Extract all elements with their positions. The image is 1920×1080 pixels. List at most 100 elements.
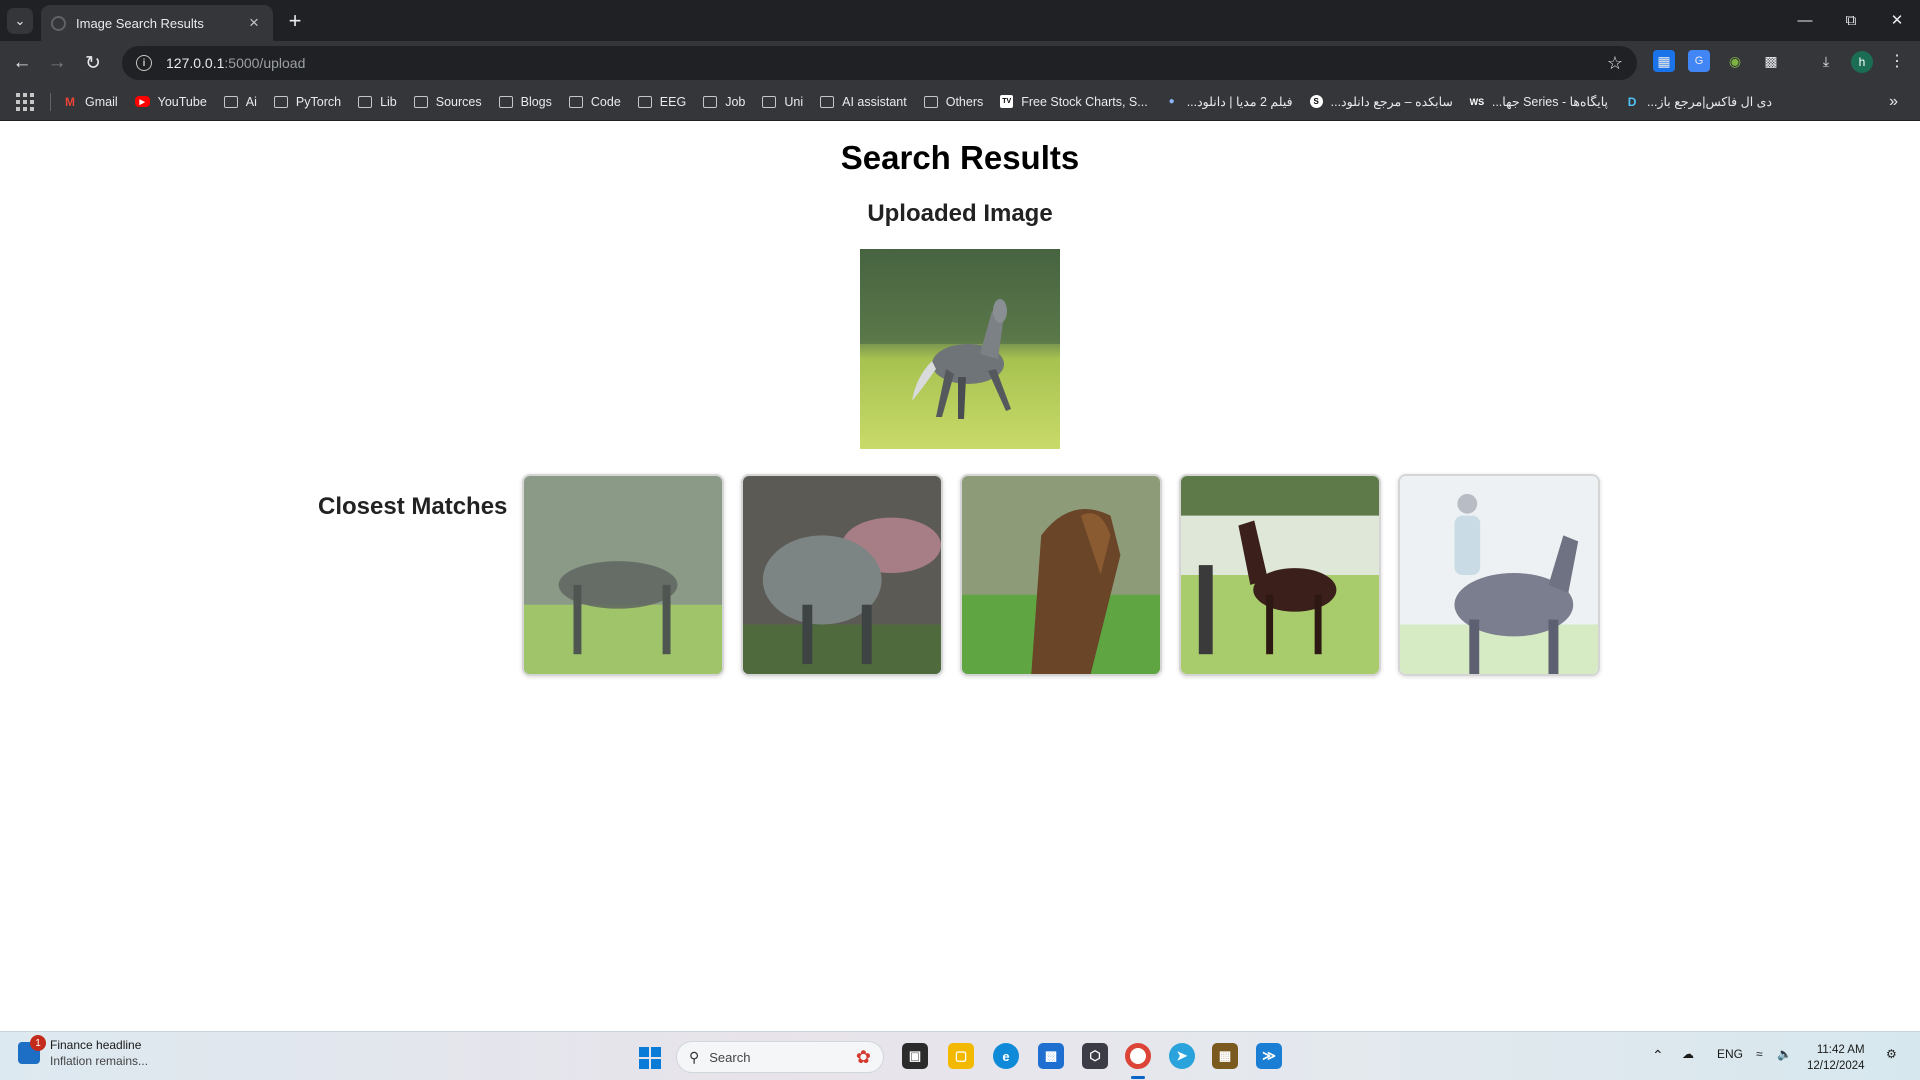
folder-icon: [223, 95, 238, 108]
bookmark-youtube[interactable]: ▶ YouTube: [134, 95, 207, 109]
uploaded-image-heading: Uploaded Image: [867, 200, 1053, 227]
news-badge: 1: [30, 1035, 46, 1051]
edge-browser-icon[interactable]: e: [993, 1043, 1019, 1069]
downloads-icon[interactable]: ⤓: [1815, 50, 1837, 72]
tab-search-chevron-icon[interactable]: ⌄: [7, 8, 33, 34]
folder-icon: [703, 95, 718, 108]
windows-start-icon[interactable]: [639, 1047, 661, 1069]
forward-arrow-icon[interactable]: →: [42, 48, 72, 78]
match-image-4[interactable]: [1179, 474, 1381, 676]
match-image-3-graphic: [962, 476, 1160, 674]
apps-grid-icon[interactable]: [16, 92, 34, 111]
search-icon: ⚲: [689, 1048, 700, 1065]
tab-image-search-results[interactable]: Image Search Results ×: [41, 5, 273, 41]
folder-icon: [568, 95, 583, 108]
bookmark-folder-ai[interactable]: Ai: [223, 95, 257, 109]
onedrive-cloud-icon[interactable]: ☁: [1682, 1047, 1694, 1061]
minecraft-launcher-icon[interactable]: ▦: [1212, 1043, 1238, 1069]
wifi-icon[interactable]: ≈: [1756, 1047, 1763, 1061]
google-translate-icon[interactable]: G: [1688, 50, 1710, 72]
folder-icon: [820, 95, 835, 108]
news-title: Finance headline: [50, 1038, 142, 1052]
chrome-active-indicator: [1131, 1076, 1145, 1079]
bookmark-star-icon[interactable]: ☆: [1607, 53, 1623, 74]
bookmark-folder-ai-assistant[interactable]: AI assistant: [820, 95, 907, 109]
extensions-puzzle-icon[interactable]: ▩: [1760, 50, 1782, 72]
uploaded-horse-image: [860, 249, 1060, 449]
system-clock[interactable]: 11:42 AM 12/12/2024: [1807, 1042, 1865, 1074]
new-tab-plus-icon[interactable]: +: [282, 8, 308, 34]
window-close-icon[interactable]: ✕: [1874, 5, 1920, 35]
page-title: Search Results: [840, 139, 1080, 176]
url-path: :5000/upload: [224, 55, 306, 71]
bookmark-series[interactable]: WS پایگاه‌ها - Series جها...: [1470, 94, 1608, 109]
back-arrow-icon[interactable]: ←: [7, 48, 37, 78]
dlfox-icon: D: [1627, 94, 1637, 109]
closest-matches-heading: Closest Matches: [318, 493, 508, 520]
folder-icon: [498, 95, 513, 108]
extension-reader-icon[interactable]: ▦: [1653, 50, 1675, 72]
telegram-icon[interactable]: ➤: [1169, 1043, 1195, 1069]
folder-icon: [358, 95, 373, 108]
news-subtitle: Inflation remains...: [50, 1054, 149, 1068]
unity-hub-icon[interactable]: ⬡: [1082, 1043, 1108, 1069]
news-widget-icon: 1: [18, 1035, 46, 1064]
minimize-icon[interactable]: —: [1782, 5, 1828, 35]
gmail-icon: M: [65, 94, 75, 109]
tradingview-icon: TV: [1000, 95, 1014, 108]
bookmark-free-stock-charts[interactable]: TV Free Stock Charts, S...: [1000, 95, 1148, 109]
bookmarks-divider: [50, 92, 51, 111]
browser-menu-kebab-icon[interactable]: ⋮: [1886, 50, 1908, 72]
profile-avatar[interactable]: h: [1851, 51, 1873, 73]
bookmark-dlfox[interactable]: D دی ال فاکس|مرجع باز...: [1625, 94, 1772, 110]
notifications-bell-icon[interactable]: ⚙: [1886, 1047, 1897, 1061]
volume-icon[interactable]: 🔈: [1777, 1047, 1792, 1061]
site-info-icon[interactable]: i: [136, 55, 152, 71]
input-language[interactable]: ENG: [1717, 1047, 1743, 1061]
match-image-5-graphic: [1400, 476, 1598, 674]
reload-icon[interactable]: ↻: [78, 48, 108, 78]
page-content: Search Results Uploaded Image Closest Ma…: [0, 121, 1920, 1080]
bookmark-folder-blogs[interactable]: Blogs: [498, 95, 552, 109]
file-explorer-icon[interactable]: ▢: [948, 1043, 974, 1069]
youtube-icon: ▶: [134, 96, 150, 107]
bookmark-folder-others[interactable]: Others: [923, 95, 983, 109]
tab-favicon-icon: [51, 15, 66, 31]
bookmark-folder-lib[interactable]: Lib: [358, 95, 397, 109]
bookmark-folder-pytorch[interactable]: PyTorch: [273, 95, 341, 109]
bookmark-folder-uni[interactable]: Uni: [762, 95, 803, 109]
browser-tab-strip: ⌄ Image Search Results × + — ⧉ ✕: [0, 0, 1920, 41]
tray-overflow-chevron-icon[interactable]: ⌃: [1652, 1047, 1664, 1064]
ws-icon: WS: [1469, 96, 1485, 107]
bookmark-folder-code[interactable]: Code: [568, 95, 621, 109]
taskbar-search-box[interactable]: ⚲ Search ✿: [676, 1041, 884, 1073]
match-image-5[interactable]: [1398, 474, 1600, 676]
dot-icon: ●: [1168, 96, 1175, 107]
chrome-browser-icon[interactable]: [1125, 1043, 1151, 1069]
tab-close-icon[interactable]: ×: [245, 13, 263, 33]
vscode-icon[interactable]: ≫: [1256, 1043, 1282, 1069]
match-image-3[interactable]: [960, 474, 1162, 676]
folder-icon: [273, 95, 288, 108]
bookmark-film2media[interactable]: ● فیلم 2 مدیا | دانلود...: [1165, 94, 1293, 109]
extension-globe-icon[interactable]: ◉: [1724, 50, 1746, 72]
bookmark-folder-sources[interactable]: Sources: [413, 95, 482, 109]
folder-icon: [413, 95, 428, 108]
restore-icon[interactable]: ⧉: [1828, 5, 1874, 35]
match-image-1[interactable]: [522, 474, 724, 676]
bookmark-folder-job[interactable]: Job: [703, 95, 745, 109]
task-view-icon[interactable]: ▣: [902, 1043, 928, 1069]
search-highlight-flower-icon: ✿: [855, 1046, 871, 1067]
address-bar[interactable]: i 127.0.0.1:5000/upload ☆: [122, 46, 1637, 80]
match-image-1-graphic: [524, 476, 722, 674]
uploaded-image: [860, 249, 1060, 449]
bookmark-folder-eeg[interactable]: EEG: [637, 95, 686, 109]
bookmarks-overflow-chevron-icon[interactable]: »: [1889, 93, 1898, 111]
clock-date: 12/12/2024: [1807, 1060, 1865, 1072]
browser-toolbar: ← → ↻ i 127.0.0.1:5000/upload ☆: [0, 41, 1920, 83]
bookmark-subkade[interactable]: S سابکده – مرجع دانلود...: [1309, 94, 1453, 109]
bookmark-gmail[interactable]: M Gmail: [63, 95, 118, 109]
microsoft-store-icon[interactable]: ▩: [1038, 1043, 1064, 1069]
news-widget[interactable]: 1 Finance headline Inflation remains...: [18, 1035, 149, 1068]
match-image-2[interactable]: [741, 474, 943, 676]
